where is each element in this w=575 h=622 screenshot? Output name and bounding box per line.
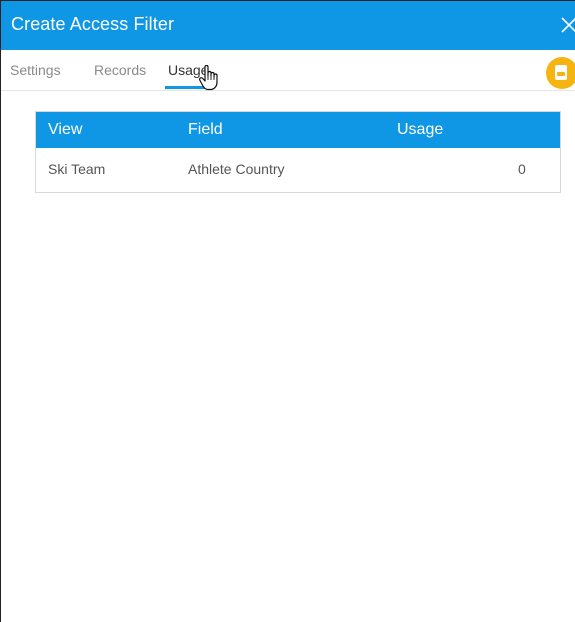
column-header-view: View <box>48 121 83 138</box>
active-tab-indicator <box>165 86 214 89</box>
tab-records[interactable]: Records <box>94 62 146 78</box>
create-access-filter-dialog: Create Access Filter Settings Records Us… <box>0 0 575 622</box>
close-icon[interactable] <box>559 15 575 35</box>
dialog-titlebar: Create Access Filter <box>1 1 575 50</box>
table-header: View Field Usage <box>36 112 560 148</box>
cell-field: Athlete Country <box>188 161 285 177</box>
table-row[interactable]: Ski Team Athlete Country 0 <box>36 148 560 192</box>
cell-usage: 0 <box>518 161 526 177</box>
column-header-field: Field <box>188 121 223 138</box>
tab-settings[interactable]: Settings <box>10 62 61 78</box>
document-icon <box>555 65 567 80</box>
cell-view: Ski Team <box>48 161 106 177</box>
dialog-title: Create Access Filter <box>11 14 175 34</box>
column-header-usage: Usage <box>397 121 444 138</box>
tab-usage[interactable]: Usage <box>168 62 208 78</box>
usage-table: View Field Usage Ski Team Athlete Countr… <box>35 111 561 193</box>
document-action-button[interactable] <box>546 57 575 89</box>
tab-bar: Settings Records Usage <box>1 50 575 91</box>
